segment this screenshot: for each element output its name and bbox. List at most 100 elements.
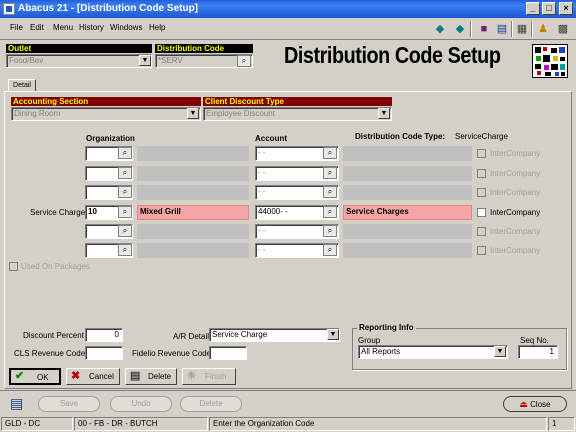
cross-icon: ✖ — [71, 370, 81, 382]
dct-value: ServiceCharge — [455, 132, 508, 141]
org-name-field — [137, 146, 249, 161]
group-select[interactable]: All Reports — [358, 345, 508, 359]
account-name-field — [343, 166, 472, 181]
app-icon — [3, 3, 15, 15]
cancel-button[interactable]: ✖ Cancel — [66, 368, 120, 385]
outlet-select[interactable]: Food/Bev — [6, 54, 152, 68]
org-name-field: Mixed Grill — [137, 205, 249, 220]
intercompany-label: InterCompany — [490, 188, 541, 197]
group-dropdown-icon[interactable]: ▼ — [494, 346, 506, 357]
document-icon[interactable]: ▤ — [494, 21, 510, 37]
back-arrow-icon[interactable]: ◆ — [432, 21, 448, 37]
status-message: Enter the Organization Code — [209, 417, 547, 431]
account-lookup-icon[interactable]: ⌕ — [323, 167, 337, 179]
group-label: Group — [358, 336, 381, 345]
menu-edit[interactable]: Edit — [30, 23, 44, 32]
client-discount-label: Client Discount Type — [203, 97, 392, 106]
row-label: Service Charge — [30, 208, 86, 217]
org-lookup-icon[interactable]: ⌕ — [118, 206, 132, 218]
account-lookup-icon[interactable]: ⌕ — [323, 225, 337, 237]
minimize-icon[interactable]: _ — [526, 2, 540, 15]
accounting-section-select[interactable]: Dining Room — [11, 107, 201, 121]
org-lookup-icon[interactable]: ⌕ — [118, 167, 132, 179]
org-name-field — [137, 185, 249, 200]
close-button[interactable]: ⏏ Close — [503, 396, 567, 412]
seq-no-input[interactable]: 1 — [518, 345, 558, 359]
org-name-field — [137, 224, 249, 239]
account-lookup-icon[interactable]: ⌕ — [323, 186, 337, 198]
window-title: Abacus 21 - [Distribution Code Setup] — [18, 3, 199, 14]
maximize-icon[interactable]: □ — [542, 2, 556, 15]
calculator-icon[interactable]: ▦ — [514, 21, 530, 37]
nav-delete-button[interactable]: Delete — [180, 396, 242, 412]
stack-icon[interactable]: ■ — [476, 21, 492, 37]
forward-arrow-icon[interactable]: ◆ — [452, 21, 468, 37]
accounting-section-label: Accounting Section — [11, 97, 201, 106]
cls-revenue-input[interactable] — [85, 346, 123, 360]
app-logo-icon — [532, 44, 568, 78]
intercompany-checkbox[interactable] — [477, 246, 486, 255]
organization-header: Organization — [86, 134, 135, 143]
used-on-packages-checkbox[interactable] — [9, 262, 18, 271]
intercompany-checkbox[interactable] — [477, 188, 486, 197]
accounting-dropdown-icon[interactable]: ▼ — [187, 108, 199, 119]
status-count: 1 — [548, 417, 575, 431]
account-lookup-icon[interactable]: ⌕ — [323, 147, 337, 159]
grid-icon[interactable]: ▩ — [555, 21, 571, 37]
finish-button[interactable]: ✳ Finish — [182, 368, 236, 385]
dct-label: Distribution Code Type: — [355, 132, 446, 141]
notes-icon[interactable]: ▤ — [10, 394, 28, 412]
tab-detail[interactable]: Detail — [8, 79, 36, 91]
title-bar: Abacus 21 - [Distribution Code Setup] _ … — [0, 0, 576, 18]
finish-icon: ✳ — [187, 370, 197, 382]
account-lookup-icon[interactable]: ⌕ — [323, 244, 337, 256]
org-name-field — [137, 243, 249, 258]
org-lookup-icon[interactable]: ⌕ — [118, 225, 132, 237]
menu-file[interactable]: File — [10, 23, 23, 32]
undo-button[interactable]: Undo — [110, 396, 172, 412]
intercompany-label: InterCompany — [490, 246, 541, 255]
intercompany-label: InterCompany — [490, 227, 541, 236]
org-lookup-icon[interactable]: ⌕ — [118, 244, 132, 256]
intercompany-label: InterCompany — [490, 169, 541, 178]
ar-detail-dropdown-icon[interactable]: ▼ — [327, 329, 339, 340]
delete-button[interactable]: ▤ Delete — [125, 368, 177, 385]
status-module: GLD - DC — [1, 417, 73, 431]
discount-percent-input[interactable]: 0 — [85, 328, 123, 342]
client-discount-dropdown-icon[interactable]: ▼ — [378, 108, 390, 119]
menu-menu[interactable]: Menu — [53, 23, 73, 32]
intercompany-checkbox[interactable] — [477, 149, 486, 158]
outlet-dropdown-icon[interactable]: ▼ — [139, 55, 151, 66]
ok-button[interactable]: ✔ OK — [9, 368, 61, 385]
menu-help[interactable]: Help — [149, 23, 165, 32]
delete-page-icon: ▤ — [130, 370, 141, 382]
menu-bar: File Edit Menu History Windows Help ◆ ◆ … — [0, 18, 576, 40]
page-title: Distribution Code Setup — [284, 42, 501, 68]
fidelio-revenue-input[interactable] — [209, 346, 247, 360]
account-name-field — [343, 185, 472, 200]
menu-windows[interactable]: Windows — [110, 23, 142, 32]
intercompany-checkbox[interactable] — [477, 208, 486, 217]
user-icon[interactable]: ♟ — [535, 21, 551, 37]
menu-history[interactable]: History — [79, 23, 104, 32]
close-icon[interactable]: × — [559, 2, 573, 15]
distcode-lookup-icon[interactable]: ⌕ — [237, 55, 251, 67]
used-on-packages-label: Used On Packages — [21, 262, 90, 271]
intercompany-checkbox[interactable] — [477, 169, 486, 178]
account-lookup-icon[interactable]: ⌕ — [323, 206, 337, 218]
org-lookup-icon[interactable]: ⌕ — [118, 147, 132, 159]
reporting-info-title: Reporting Info — [357, 323, 416, 332]
intercompany-label: InterCompany — [490, 208, 541, 217]
discount-percent-label: Discount Percent — [23, 331, 84, 340]
client-discount-select[interactable]: Employee Discount — [203, 107, 392, 121]
ar-detail-label: A/R Detail — [173, 332, 210, 341]
intercompany-label: InterCompany — [490, 149, 541, 158]
intercompany-checkbox[interactable] — [477, 227, 486, 236]
org-name-field — [137, 166, 249, 181]
save-button[interactable]: Save — [38, 396, 100, 412]
account-name-field: Service Charges — [343, 205, 472, 220]
org-lookup-icon[interactable]: ⌕ — [118, 186, 132, 198]
cls-revenue-label: CLS Revenue Code — [14, 349, 86, 358]
ar-detail-select[interactable]: Service Charge — [209, 328, 340, 342]
account-name-field — [343, 243, 472, 258]
